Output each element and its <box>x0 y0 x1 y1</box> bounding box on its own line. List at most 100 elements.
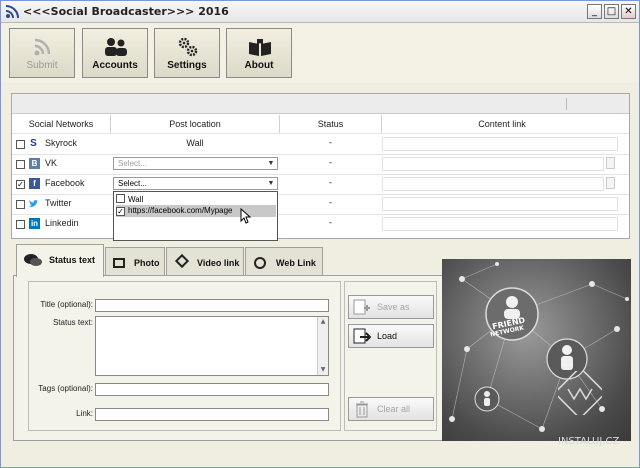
link-label: Link: <box>76 409 93 418</box>
status-value: - <box>328 218 333 228</box>
network-name: Facebook <box>45 178 85 188</box>
post-location-text: Wall <box>186 138 204 148</box>
network-row-vk: B VK Select... ▼ - <box>12 154 629 174</box>
status-value: - <box>328 178 333 188</box>
vk-icon: B <box>29 158 40 169</box>
content-link-input[interactable] <box>382 217 618 231</box>
facebook-icon: f <box>29 178 40 189</box>
minimize-button[interactable]: _ <box>587 4 602 19</box>
content-link-input[interactable] <box>382 177 604 191</box>
tab-status-text[interactable]: Status text <box>16 244 104 277</box>
link-input[interactable] <box>95 408 329 421</box>
book-icon <box>249 39 271 56</box>
clear-all-button[interactable]: Clear all <box>348 397 434 421</box>
header-content-link: Content link <box>478 119 526 129</box>
form-actions: Save as Load Clear all <box>344 281 437 431</box>
status-value: - <box>328 138 333 148</box>
option-label: Wall <box>128 195 144 204</box>
network-name: Linkedin <box>45 218 79 228</box>
rss-app-icon <box>5 5 19 19</box>
tab-label: Web Link <box>276 258 316 268</box>
checkbox-twitter[interactable] <box>16 200 25 209</box>
rss-icon <box>34 38 51 56</box>
submit-button[interactable]: Submit <box>9 28 75 78</box>
globe-icon <box>254 257 266 269</box>
mouse-cursor-icon <box>240 208 252 224</box>
title-bar: <<<Social Broadcaster>>> 2016 _ □ ✕ <box>1 1 639 23</box>
trash-icon <box>356 401 368 418</box>
checkbox[interactable]: ✓ <box>116 207 125 216</box>
tab-label: Status text <box>49 255 96 265</box>
skyrock-icon: S <box>30 138 37 149</box>
post-location-select[interactable]: Select... ▼ <box>113 157 278 170</box>
clear-all-label: Clear all <box>377 404 411 414</box>
linkedin-icon: in <box>29 218 40 229</box>
gear-icon <box>178 37 198 57</box>
accounts-button[interactable]: Accounts <box>82 28 148 78</box>
content-link-input[interactable] <box>382 137 618 151</box>
load-icon <box>353 328 371 344</box>
tags-input[interactable] <box>95 383 329 396</box>
spin-control[interactable] <box>606 157 615 169</box>
watermark-text: INSTALUJ.CZ <box>558 436 620 447</box>
save-as-button[interactable]: Save as <box>348 295 434 319</box>
network-row-linkedin: in Linkedin - <box>12 214 629 234</box>
settings-label: Settings <box>167 60 207 71</box>
content-link-input[interactable] <box>382 157 604 171</box>
content-link-input[interactable] <box>382 197 618 211</box>
close-button[interactable]: ✕ <box>621 4 636 19</box>
about-label: About <box>244 60 274 71</box>
toolbar: Submit Accounts Settings About <box>1 23 639 83</box>
panel-header <box>12 94 629 114</box>
twitter-icon <box>28 200 39 207</box>
tab-label: Video link <box>197 258 240 268</box>
chevron-down-icon: ▼ <box>267 180 275 187</box>
content-tabs: Status text Photo Video link Web Link <box>13 244 443 277</box>
load-button[interactable]: Load <box>348 324 434 348</box>
checkbox-facebook[interactable]: ✓ <box>16 180 25 189</box>
header-post-location: Post location <box>169 119 221 129</box>
checkbox-vk[interactable] <box>16 160 25 169</box>
save-icon <box>353 299 370 315</box>
post-location-select[interactable]: Select... ▼ <box>113 177 278 190</box>
select-value: Select... <box>118 179 147 188</box>
tab-web-link[interactable]: Web Link <box>245 247 323 277</box>
tab-photo[interactable]: Photo <box>105 247 165 277</box>
select-value: Select... <box>118 159 147 168</box>
status-text-textarea[interactable]: ▲ ▼ <box>95 316 329 376</box>
tab-label: Photo <box>134 258 160 268</box>
tag-icon <box>174 253 190 269</box>
vertical-scrollbar[interactable]: ▲ ▼ <box>317 317 328 375</box>
speech-bubbles-icon <box>24 254 42 266</box>
about-button[interactable]: About <box>226 28 292 78</box>
header-status: Status <box>317 119 344 129</box>
app-window: <<<Social Broadcaster>>> 2016 _ □ ✕ Subm… <box>0 0 640 468</box>
form-fields: Title (optional): Status text: ▲ ▼ Tags … <box>28 281 341 431</box>
checkbox-skyrock[interactable] <box>16 140 25 149</box>
title-input[interactable] <box>95 299 329 312</box>
tab-video-link[interactable]: Video link <box>166 247 244 277</box>
maximize-button[interactable]: □ <box>604 4 619 19</box>
dropdown-option-wall[interactable]: Wall <box>116 193 276 205</box>
post-location-dropdown: Wall ✓ https://facebook.com/Mypage <box>113 191 278 241</box>
network-name: Twitter <box>45 198 72 208</box>
save-as-label: Save as <box>377 302 410 312</box>
checkbox-linkedin[interactable] <box>16 220 25 229</box>
network-name: Skyrock <box>45 138 78 148</box>
spin-control[interactable] <box>606 177 615 189</box>
scroll-up-icon[interactable]: ▲ <box>318 317 328 327</box>
status-text-form: Title (optional): Status text: ▲ ▼ Tags … <box>13 275 443 441</box>
title-label: Title (optional): <box>40 300 93 309</box>
network-name: VK <box>45 158 58 168</box>
scroll-down-icon[interactable]: ▼ <box>318 365 328 375</box>
status-value: - <box>328 198 333 208</box>
network-row-skyrock: S Skyrock Wall - <box>12 134 629 154</box>
window-title: <<<Social Broadcaster>>> 2016 <box>23 5 229 18</box>
status-text-label: Status text: <box>52 318 93 327</box>
settings-button[interactable]: Settings <box>154 28 220 78</box>
network-row-twitter: Twitter - <box>12 194 629 214</box>
network-illustration <box>449 262 629 432</box>
networks-panel: Social Networks Post location Status Con… <box>11 93 630 239</box>
dropdown-option-mypage[interactable]: ✓ https://facebook.com/Mypage <box>116 205 276 217</box>
checkbox[interactable] <box>116 194 125 203</box>
